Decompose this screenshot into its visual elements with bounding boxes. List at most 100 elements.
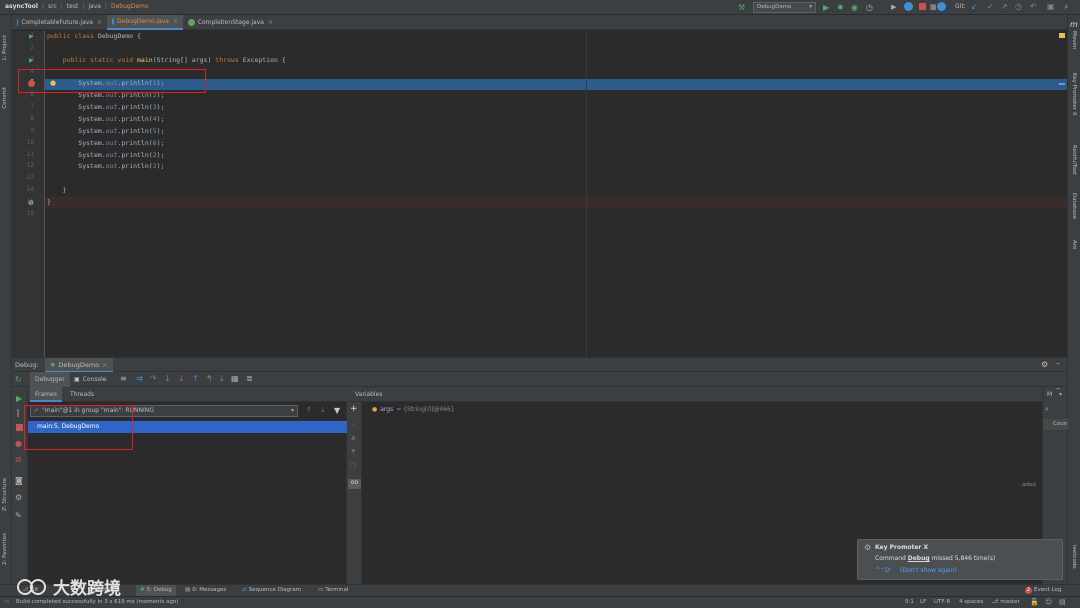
status-message[interactable]: Build completed successfully in 3 s 619 … xyxy=(16,599,179,605)
caret-position[interactable]: 5:1 xyxy=(905,599,914,605)
arrow-down-icon[interactable]: ▼ xyxy=(351,448,356,455)
hammer-icon[interactable]: ⚒ xyxy=(738,3,745,12)
pause-icon[interactable]: ‖ xyxy=(16,408,20,417)
key-promoter-notification[interactable]: ⚙ Key Promoter X Command Debug missed 5,… xyxy=(857,539,1063,580)
favorites-tool-button[interactable]: 2: Favorites xyxy=(2,533,8,565)
line-separator[interactable]: LF xyxy=(920,599,926,605)
rerun-icon[interactable]: ↻ xyxy=(15,375,22,384)
structure-tool-button[interactable]: Z: Structure xyxy=(2,478,8,511)
git-push-icon[interactable]: ↗ xyxy=(1001,2,1008,11)
ant-tool-button[interactable]: Ant xyxy=(1071,240,1077,249)
stop-icon[interactable] xyxy=(919,3,926,10)
mute-breakpoints-icon[interactable]: ⊘ xyxy=(15,455,22,464)
code-line[interactable]: System.out.println(2); xyxy=(47,162,164,170)
camera-icon[interactable]: ◙ xyxy=(15,476,23,485)
restful-tool-button[interactable]: RestfulTool xyxy=(1071,145,1077,175)
step-into-icon[interactable]: ↓ xyxy=(164,374,171,383)
menu-icon[interactable]: ≡ xyxy=(120,374,127,383)
commit-tool-button[interactable]: Commit xyxy=(2,87,8,109)
resume-icon[interactable]: ▶ xyxy=(16,394,22,403)
force-step-into-icon[interactable]: ↓ xyxy=(178,374,185,383)
step-out-icon[interactable]: ↑ xyxy=(192,374,199,383)
git-history-icon[interactable]: ◷ xyxy=(1015,2,1022,11)
tab-debugger[interactable]: Debugger xyxy=(30,372,70,387)
run-icon[interactable]: ▶ xyxy=(823,3,829,12)
inspector-icon[interactable]: ☺ xyxy=(1045,598,1052,606)
tab-completion-stage[interactable]: CompletionStage.java × xyxy=(183,15,278,30)
debug-icon[interactable]: ✹ xyxy=(837,3,844,12)
arrow-up-icon[interactable]: ▲ xyxy=(351,434,356,441)
step-over-icon[interactable]: ↷ xyxy=(150,374,157,383)
memory-indicator-icon[interactable]: ▤ xyxy=(1059,598,1066,606)
run-config-select[interactable]: DebugDemo ▾ xyxy=(753,2,816,13)
minimize-icon[interactable]: – xyxy=(1056,359,1060,368)
tab-frames[interactable]: Frames xyxy=(30,387,62,402)
code-line[interactable]: } xyxy=(47,198,51,206)
search-icon[interactable]: ⌕ xyxy=(1064,2,1068,12)
remove-icon[interactable]: – xyxy=(351,420,355,428)
memory-tab[interactable]: M xyxy=(1047,391,1052,398)
profile-icon[interactable]: ◷ xyxy=(866,3,873,12)
view-breakpoints-icon[interactable]: ● xyxy=(15,439,22,448)
pin-icon[interactable]: ✎ xyxy=(15,511,22,520)
code-line[interactable]: public class DebugDemo { xyxy=(47,32,141,40)
update-icon[interactable] xyxy=(904,2,913,11)
maven-icon[interactable]: m xyxy=(1070,20,1078,29)
coverage-icon[interactable]: ◉ xyxy=(851,3,858,12)
file-encoding[interactable]: UTF-8 xyxy=(934,599,950,605)
filter-icon[interactable]: ▼ xyxy=(334,406,340,415)
gear-icon[interactable]: ⚙ xyxy=(1041,360,1048,369)
tab-console[interactable]: ▣ Console xyxy=(74,376,107,383)
drop-frame-icon[interactable]: ↰ xyxy=(206,374,213,383)
breadcrumb-project[interactable]: asyncTool xyxy=(5,3,38,10)
git-update-icon[interactable]: ↙ xyxy=(971,2,978,11)
layout-icon[interactable]: ▦ xyxy=(930,3,937,11)
run-gutter-icon[interactable]: ▶ xyxy=(29,57,34,64)
resume-icon[interactable]: ▶ xyxy=(891,3,896,11)
arrow-up-icon[interactable]: ↑ xyxy=(306,406,312,414)
show-execution-point-icon[interactable]: ⇉ xyxy=(136,374,143,383)
code-line[interactable]: System.out.println(5); xyxy=(47,127,164,135)
breadcrumb-test[interactable]: test xyxy=(67,3,79,10)
arrow-down-icon[interactable]: ↓ xyxy=(320,406,326,414)
sequence-diagram-tool-button[interactable]: ⇄ Sequence Diagram xyxy=(242,587,301,593)
layout-icon[interactable]: ≣ xyxy=(246,374,253,383)
count-column[interactable]: Coun xyxy=(1043,419,1068,430)
code-line[interactable]: System.out.println(2); xyxy=(47,151,164,159)
close-icon[interactable]: × xyxy=(97,19,102,26)
code-line[interactable]: public static void main(String[] args) t… xyxy=(47,56,286,64)
code-line[interactable]: System.out.println(3); xyxy=(47,103,164,111)
close-icon[interactable]: × xyxy=(268,19,273,26)
code-line[interactable]: System.out.println(4); xyxy=(47,115,164,123)
key-promoter-tool-button[interactable]: Key Promoter X xyxy=(1071,73,1077,116)
copy-icon[interactable]: ❐ xyxy=(350,462,356,470)
event-log-tool-button[interactable]: 2 Event Log xyxy=(1025,587,1061,594)
debug-session-tab[interactable]: ✹ DebugDemo × xyxy=(45,358,113,373)
minimize-icon[interactable]: – xyxy=(1056,384,1060,393)
database-tool-button[interactable]: Database xyxy=(1071,193,1077,219)
maven-tool-button[interactable]: Maven xyxy=(1071,31,1077,49)
disabled-breakpoint-icon[interactable]: ⊘ xyxy=(28,199,34,207)
tab-debug-demo[interactable]: DebugDemo.java × xyxy=(107,15,183,30)
run-to-cursor-icon[interactable]: ⤓ xyxy=(220,374,224,384)
plugin-icon[interactable] xyxy=(937,2,946,11)
tab-threads[interactable]: Threads xyxy=(70,391,94,398)
add-watch-icon[interactable]: + xyxy=(350,404,358,414)
settings-icon[interactable]: ▣ xyxy=(1047,2,1055,11)
variable-row[interactable]: ● args = {String[0]@466} xyxy=(372,406,455,413)
git-rollback-icon[interactable]: ↶ xyxy=(1030,2,1037,11)
project-tool-button[interactable]: 1: Project xyxy=(2,35,8,61)
glasses-icon[interactable]: oo xyxy=(348,479,361,489)
indent-setting[interactable]: 4 spaces xyxy=(959,599,983,605)
breadcrumb-src[interactable]: src xyxy=(48,3,57,10)
messages-tool-button[interactable]: ▤ 0: Messages xyxy=(185,587,226,593)
tab-completable-future[interactable]: CompletableFuture.java × xyxy=(12,15,107,30)
settings-icon[interactable]: ⚙ xyxy=(15,493,22,502)
code-line[interactable]: System.out.println(6); xyxy=(47,139,164,147)
git-branch[interactable]: ⎇ master xyxy=(992,599,1020,605)
stop-icon[interactable] xyxy=(16,424,23,431)
close-icon[interactable]: × xyxy=(102,361,107,369)
search-icon[interactable]: ⌕ xyxy=(1045,405,1049,414)
leetcode-tool-button[interactable]: leetcode xyxy=(1071,545,1077,569)
git-commit-icon[interactable]: ✓ xyxy=(987,2,994,11)
